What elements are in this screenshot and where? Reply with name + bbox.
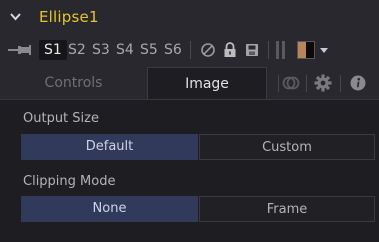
clipping-mode-none-button[interactable]: None bbox=[21, 196, 198, 222]
color-bar-icon bbox=[274, 41, 290, 59]
tab-divider bbox=[306, 75, 307, 92]
version-button-s6[interactable]: S6 bbox=[164, 40, 182, 60]
version-button-s3[interactable]: S3 bbox=[92, 40, 110, 60]
save-icon[interactable] bbox=[244, 41, 260, 59]
output-size-default-button[interactable]: Default bbox=[21, 134, 198, 160]
info-icon[interactable] bbox=[348, 72, 368, 94]
disable-icon[interactable] bbox=[200, 41, 216, 59]
output-size-label: Output Size bbox=[23, 111, 99, 126]
swatch-right bbox=[306, 42, 314, 58]
clipping-mode-frame-button[interactable]: Frame bbox=[199, 196, 375, 222]
dropdown-caret-icon[interactable] bbox=[320, 48, 328, 53]
tab-divider bbox=[340, 75, 341, 92]
clipping-mode-label: Clipping Mode bbox=[23, 174, 116, 189]
tab-controls[interactable]: Controls bbox=[0, 67, 147, 99]
toolbar-divider bbox=[190, 41, 191, 59]
tab-image[interactable]: Image bbox=[147, 67, 267, 99]
toolbar-divider bbox=[268, 41, 269, 59]
mask-icon[interactable] bbox=[281, 72, 301, 94]
node-title: Ellipse1 bbox=[39, 8, 99, 26]
lock-icon[interactable] bbox=[222, 41, 238, 59]
pin-icon[interactable] bbox=[8, 44, 32, 56]
output-size-custom-button[interactable]: Custom bbox=[199, 134, 375, 160]
inspector-panel: Ellipse1 S1 S2 S3 S4 S5 S6 Controls Imag… bbox=[0, 0, 379, 242]
version-button-s4[interactable]: S4 bbox=[116, 40, 134, 60]
swatch-left bbox=[298, 42, 306, 58]
version-button-s2[interactable]: S2 bbox=[68, 40, 86, 60]
version-button-s5[interactable]: S5 bbox=[140, 40, 158, 60]
tab-divider bbox=[278, 75, 279, 92]
gear-icon[interactable] bbox=[313, 72, 333, 94]
color-swatch-icon[interactable] bbox=[297, 41, 315, 59]
collapse-chevron-icon[interactable] bbox=[10, 13, 21, 21]
version-button-s1[interactable]: S1 bbox=[39, 40, 67, 60]
